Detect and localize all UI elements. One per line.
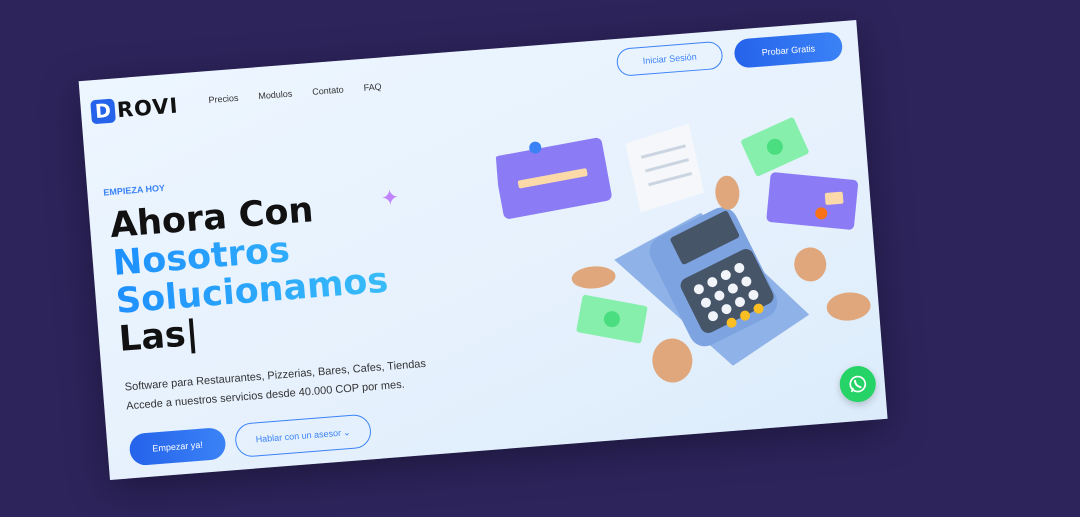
website-screenshot: D ROVI Precios Modulos Contato FAQ Inici… bbox=[78, 20, 888, 480]
logo[interactable]: D ROVI bbox=[90, 94, 179, 125]
banknote-icon bbox=[576, 294, 648, 344]
free-trial-button[interactable]: Probar Gratis bbox=[733, 31, 844, 69]
chevron-down-icon: ⌄ bbox=[342, 426, 351, 438]
banknote-icon bbox=[741, 117, 809, 177]
receipt-icon bbox=[625, 123, 705, 213]
nav-item-faq[interactable]: FAQ bbox=[363, 81, 382, 92]
talk-to-advisor-button[interactable]: Hablar con un asesor ⌄ bbox=[233, 413, 373, 458]
hero-eyebrow: EMPIEZA HOY bbox=[103, 182, 166, 198]
payment-terminal-illustration bbox=[493, 117, 871, 383]
start-now-button[interactable]: Empezar ya! bbox=[128, 426, 227, 467]
logo-text: ROVI bbox=[116, 93, 180, 123]
main-nav: Precios Modulos Contato FAQ bbox=[208, 81, 382, 105]
nav-item-contato[interactable]: Contato bbox=[312, 84, 344, 96]
hero-description: Software para Restaurantes, Pizzerias, B… bbox=[124, 355, 428, 417]
nav-item-modulos[interactable]: Modulos bbox=[258, 89, 293, 102]
whatsapp-icon bbox=[849, 375, 867, 393]
talk-to-advisor-label: Hablar con un asesor bbox=[255, 427, 342, 445]
logo-mark: D bbox=[90, 98, 116, 125]
nav-item-precios[interactable]: Precios bbox=[208, 93, 239, 105]
login-button[interactable]: Iniciar Sesión bbox=[615, 40, 724, 77]
purple-card-icon bbox=[766, 172, 859, 230]
hero-title: Ahora Con Nosotros Solucionamos Las| bbox=[109, 186, 393, 360]
sparkle-icon: ✦ bbox=[379, 184, 401, 211]
purple-card-icon bbox=[493, 137, 612, 219]
